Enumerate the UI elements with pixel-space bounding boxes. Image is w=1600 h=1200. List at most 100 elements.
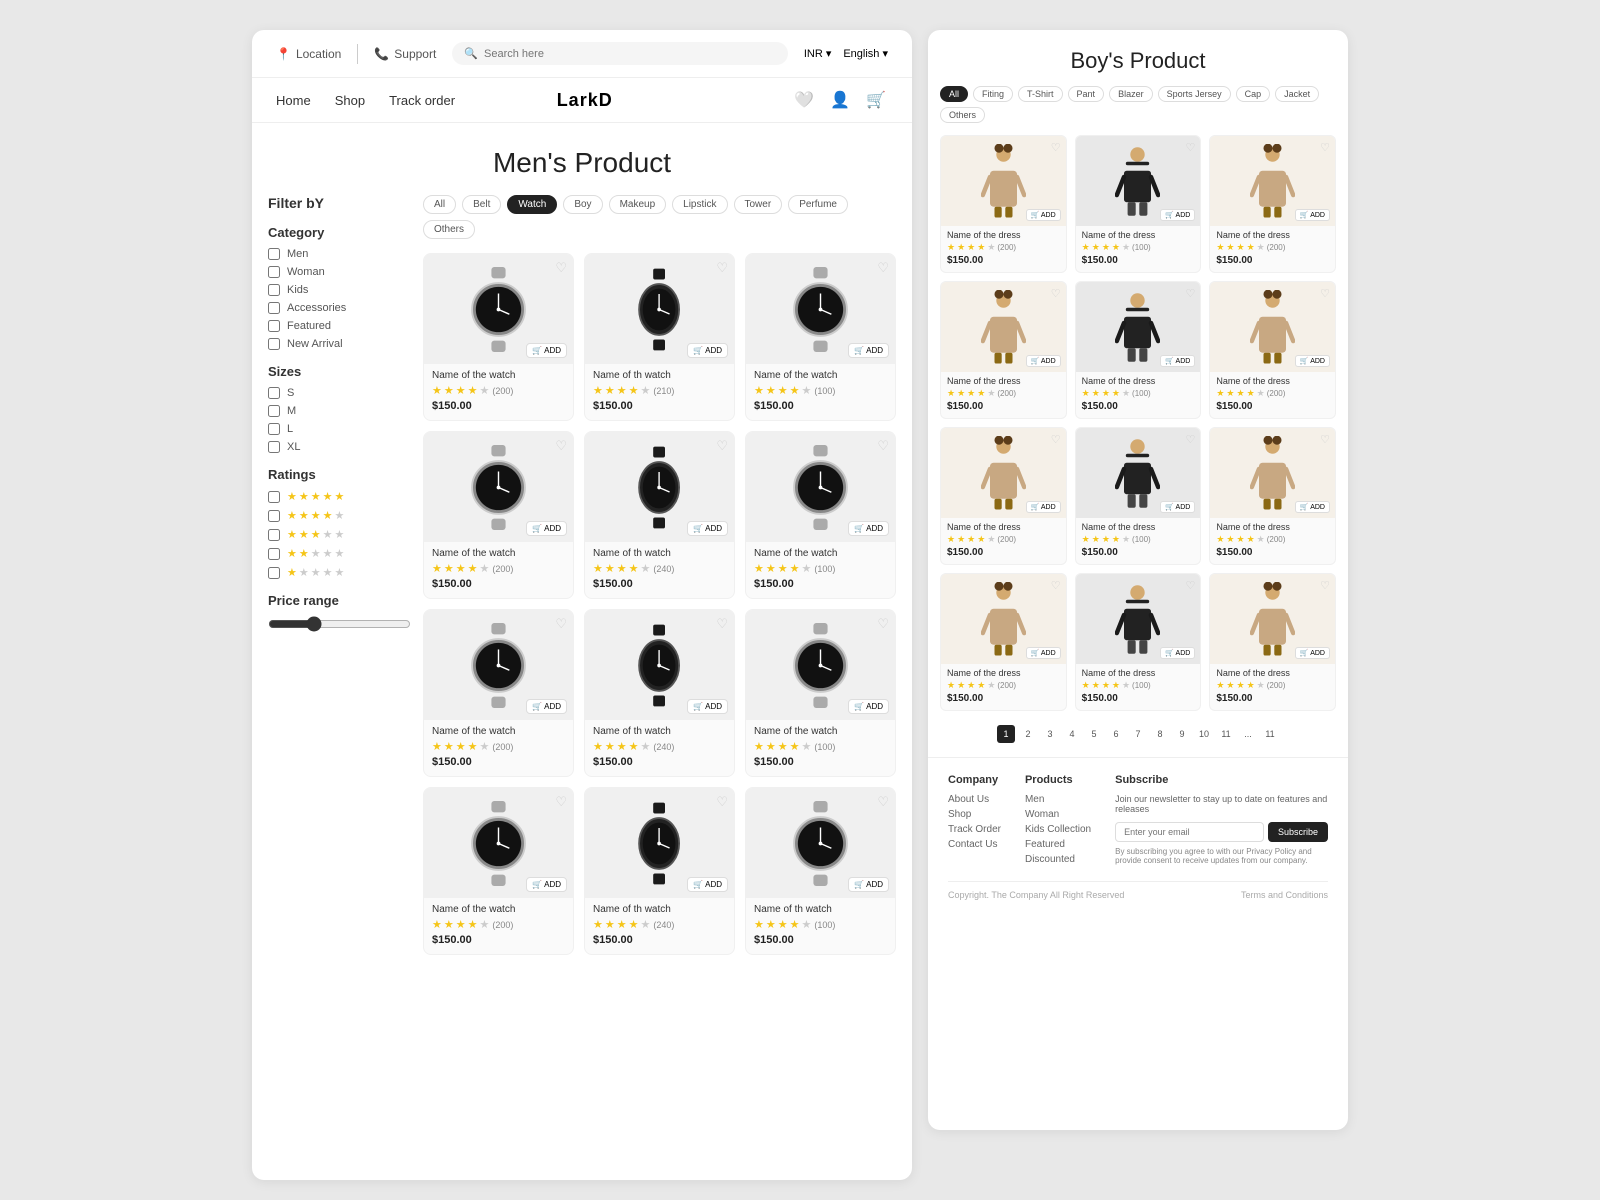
heart-icon[interactable]: ♡ xyxy=(555,794,567,810)
rating-filter-3[interactable]: ★★★★★ xyxy=(268,528,411,541)
boys-product-card[interactable]: ♡ 🛒 ADD Name of the dress ★★★★★ (200) $1… xyxy=(940,427,1067,565)
add-to-cart-button[interactable]: 🛒 ADD xyxy=(687,699,728,714)
cart-icon[interactable]: 🛒 xyxy=(864,88,888,112)
wishlist-icon[interactable]: 🤍 xyxy=(792,88,816,112)
boys-heart-icon[interactable]: ♡ xyxy=(1185,579,1195,592)
boys-heart-icon[interactable]: ♡ xyxy=(1051,579,1061,592)
boys-product-card[interactable]: ♡ 🛒 ADD Name of the dress ★★★★★ (100) $1… xyxy=(1075,135,1202,273)
boys-heart-icon[interactable]: ♡ xyxy=(1320,287,1330,300)
page-num-8[interactable]: 8 xyxy=(1151,725,1169,743)
boys-add-button[interactable]: 🛒 ADD xyxy=(1160,209,1195,221)
boys-heart-icon[interactable]: ♡ xyxy=(1051,433,1061,446)
size-filter-S[interactable]: S xyxy=(268,387,411,399)
product-card[interactable]: ♡ 🛒 ADD Name of the watch ★★★★★ (200) $1… xyxy=(423,431,574,599)
add-to-cart-button[interactable]: 🛒 ADD xyxy=(526,343,567,358)
add-to-cart-button[interactable]: 🛒 ADD xyxy=(526,699,567,714)
product-tab-perfume[interactable]: Perfume xyxy=(788,195,848,214)
footer-company-link[interactable]: About Us xyxy=(948,794,1001,805)
page-num-2[interactable]: 2 xyxy=(1019,725,1037,743)
add-to-cart-button[interactable]: 🛒 ADD xyxy=(848,699,889,714)
heart-icon[interactable]: ♡ xyxy=(716,794,728,810)
footer-product-link[interactable]: Discounted xyxy=(1025,854,1091,865)
location-item[interactable]: 📍 Location xyxy=(276,47,341,61)
page-num-4[interactable]: 4 xyxy=(1063,725,1081,743)
add-to-cart-button[interactable]: 🛒 ADD xyxy=(848,877,889,892)
boys-heart-icon[interactable]: ♡ xyxy=(1185,287,1195,300)
category-filter-kids[interactable]: Kids xyxy=(268,284,411,296)
footer-product-link[interactable]: Featured xyxy=(1025,839,1091,850)
boys-tab-pant[interactable]: Pant xyxy=(1068,86,1105,102)
boys-heart-icon[interactable]: ♡ xyxy=(1051,287,1061,300)
boys-add-button[interactable]: 🛒 ADD xyxy=(1295,209,1330,221)
heart-icon[interactable]: ♡ xyxy=(716,616,728,632)
search-input[interactable] xyxy=(484,48,776,60)
boys-heart-icon[interactable]: ♡ xyxy=(1185,433,1195,446)
category-filter-new-arrival[interactable]: New Arrival xyxy=(268,338,411,350)
category-filter-woman[interactable]: Woman xyxy=(268,266,411,278)
footer-product-link[interactable]: Woman xyxy=(1025,809,1091,820)
size-filter-XL[interactable]: XL xyxy=(268,441,411,453)
nav-track-order[interactable]: Track order xyxy=(389,93,455,108)
boys-tab-cap[interactable]: Cap xyxy=(1236,86,1271,102)
boys-heart-icon[interactable]: ♡ xyxy=(1320,579,1330,592)
boys-heart-icon[interactable]: ♡ xyxy=(1185,141,1195,154)
page-num-11[interactable]: 11 xyxy=(1217,725,1235,743)
product-card[interactable]: ♡ 🛒 ADD Name of the watch ★★★★★ (200) $1… xyxy=(423,253,574,421)
heart-icon[interactable]: ♡ xyxy=(716,260,728,276)
heart-icon[interactable]: ♡ xyxy=(555,260,567,276)
page-num-10[interactable]: 10 xyxy=(1195,725,1213,743)
email-input[interactable] xyxy=(1115,822,1264,842)
add-to-cart-button[interactable]: 🛒 ADD xyxy=(526,877,567,892)
product-tab-watch[interactable]: Watch xyxy=(507,195,557,214)
page-num-...[interactable]: ... xyxy=(1239,725,1257,743)
heart-icon[interactable]: ♡ xyxy=(716,438,728,454)
product-tab-all[interactable]: All xyxy=(423,195,456,214)
boys-product-card[interactable]: ♡ 🛒 ADD Name of the dress ★★★★★ (200) $1… xyxy=(940,281,1067,419)
add-to-cart-button[interactable]: 🛒 ADD xyxy=(687,877,728,892)
category-filter-featured[interactable]: Featured xyxy=(268,320,411,332)
footer-product-link[interactable]: Kids Collection xyxy=(1025,824,1091,835)
currency-select[interactable]: INR ▾ xyxy=(804,47,832,60)
language-select[interactable]: English ▾ xyxy=(843,47,888,60)
boys-add-button[interactable]: 🛒 ADD xyxy=(1026,209,1061,221)
terms-link[interactable]: Terms and Conditions xyxy=(1241,890,1328,900)
boys-product-card[interactable]: ♡ 🛒 ADD Name of the dress ★★★★★ (100) $1… xyxy=(1075,427,1202,565)
boys-tab-sports jersey[interactable]: Sports Jersey xyxy=(1158,86,1231,102)
heart-icon[interactable]: ♡ xyxy=(877,438,889,454)
subscribe-button[interactable]: Subscribe xyxy=(1268,822,1328,842)
page-num-5[interactable]: 5 xyxy=(1085,725,1103,743)
category-filter-men[interactable]: Men xyxy=(268,248,411,260)
user-icon[interactable]: 👤 xyxy=(828,88,852,112)
boys-product-card[interactable]: ♡ 🛒 ADD Name of the dress ★★★★★ (200) $1… xyxy=(940,135,1067,273)
boys-add-button[interactable]: 🛒 ADD xyxy=(1160,355,1195,367)
boys-product-card[interactable]: ♡ 🛒 ADD Name of the dress ★★★★★ (200) $1… xyxy=(1209,135,1336,273)
boys-tab-jacket[interactable]: Jacket xyxy=(1275,86,1319,102)
boys-add-button[interactable]: 🛒 ADD xyxy=(1026,501,1061,513)
boys-tab-others[interactable]: Others xyxy=(940,107,985,123)
heart-icon[interactable]: ♡ xyxy=(877,260,889,276)
boys-add-button[interactable]: 🛒 ADD xyxy=(1160,647,1195,659)
boys-product-card[interactable]: ♡ 🛒 ADD Name of the dress ★★★★★ (200) $1… xyxy=(1209,427,1336,565)
product-card[interactable]: ♡ 🛒 ADD Name of th watch ★★★★★ (240) $15… xyxy=(584,609,735,777)
heart-icon[interactable]: ♡ xyxy=(555,616,567,632)
boys-add-button[interactable]: 🛒 ADD xyxy=(1295,355,1330,367)
product-card[interactable]: ♡ 🛒 ADD Name of the watch ★★★★★ (100) $1… xyxy=(745,431,896,599)
product-card[interactable]: ♡ 🛒 ADD Name of the watch ★★★★★ (100) $1… xyxy=(745,253,896,421)
boys-heart-icon[interactable]: ♡ xyxy=(1051,141,1061,154)
boys-tab-all[interactable]: All xyxy=(940,86,968,102)
boys-add-button[interactable]: 🛒 ADD xyxy=(1026,355,1061,367)
page-num-6[interactable]: 6 xyxy=(1107,725,1125,743)
boys-product-card[interactable]: ♡ 🛒 ADD Name of the dress ★★★★★ (200) $1… xyxy=(1209,573,1336,711)
boys-product-card[interactable]: ♡ 🛒 ADD Name of the dress ★★★★★ (200) $1… xyxy=(1209,281,1336,419)
add-to-cart-button[interactable]: 🛒 ADD xyxy=(687,521,728,536)
rating-filter-4[interactable]: ★★★★★ xyxy=(268,509,411,522)
product-card[interactable]: ♡ 🛒 ADD Name of the watch ★★★★★ (200) $1… xyxy=(423,787,574,955)
product-tab-boy[interactable]: Boy xyxy=(563,195,602,214)
support-item[interactable]: 📞 Support xyxy=(374,47,436,61)
boys-add-button[interactable]: 🛒 ADD xyxy=(1026,647,1061,659)
add-to-cart-button[interactable]: 🛒 ADD xyxy=(526,521,567,536)
product-card[interactable]: ♡ 🛒 ADD Name of th watch ★★★★★ (240) $15… xyxy=(584,431,735,599)
product-tab-tower[interactable]: Tower xyxy=(734,195,783,214)
page-num-9[interactable]: 9 xyxy=(1173,725,1191,743)
product-card[interactable]: ♡ 🛒 ADD Name of th watch ★★★★★ (100) $15… xyxy=(745,787,896,955)
